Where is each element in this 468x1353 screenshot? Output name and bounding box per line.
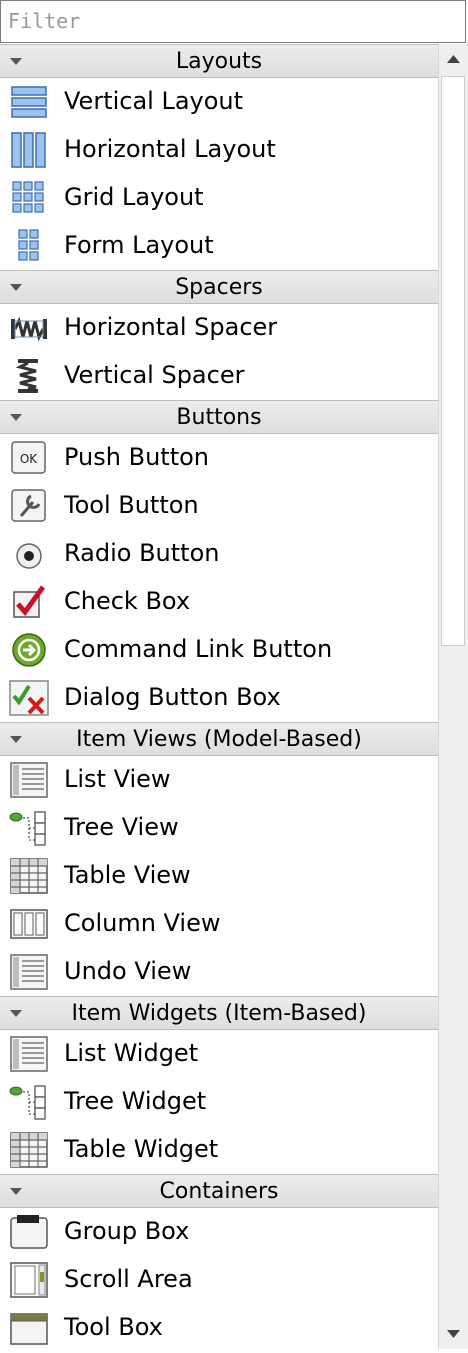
category-title: Spacers <box>175 275 263 300</box>
widget-item[interactable]: Horizontal Layout <box>0 126 438 174</box>
widget-item-label: Tool Box <box>64 1313 163 1341</box>
category-header[interactable]: Item Views (Model-Based) <box>0 722 438 756</box>
vertical-spacer-icon <box>9 358 49 394</box>
widget-item-label: Vertical Spacer <box>64 361 245 389</box>
category-title: Buttons <box>176 405 262 430</box>
category-header[interactable]: Buttons <box>0 400 438 434</box>
widget-item-label: Horizontal Spacer <box>64 313 278 341</box>
horizontal-spacer-icon <box>9 310 49 346</box>
widget-item[interactable]: Check Box <box>0 578 438 626</box>
scroll-area-icon <box>9 1262 49 1298</box>
widget-item-label: Radio Button <box>64 539 220 567</box>
vertical-layout-icon <box>9 84 49 120</box>
dialog-button-box-icon <box>9 680 49 716</box>
arrow-down-icon <box>447 1330 460 1338</box>
category-title: Item Widgets (Item-Based) <box>71 1001 367 1026</box>
widget-item[interactable]: Radio Button <box>0 530 438 578</box>
tree-view-icon <box>9 810 49 846</box>
category-title: Item Views (Model-Based) <box>76 727 362 752</box>
widget-item[interactable]: Tree Widget <box>0 1078 438 1126</box>
horizontal-layout-icon <box>9 132 49 168</box>
column-view-icon <box>9 906 49 942</box>
widget-item[interactable]: Group Box <box>0 1208 438 1256</box>
scroll-thumb[interactable] <box>441 76 465 646</box>
widget-item[interactable]: Column View <box>0 900 438 948</box>
widget-item-label: Group Box <box>64 1217 190 1245</box>
widget-item[interactable]: Grid Layout <box>0 174 438 222</box>
widget-item[interactable]: Vertical Spacer <box>0 352 438 400</box>
widget-item-label: List View <box>64 765 171 793</box>
widget-item[interactable]: Vertical Layout <box>0 78 438 126</box>
category-header[interactable]: Containers <box>0 1174 438 1208</box>
widget-item-label: Tree Widget <box>64 1087 207 1115</box>
widget-item[interactable]: Tool Button <box>0 482 438 530</box>
widget-item[interactable]: Dialog Button Box <box>0 674 438 722</box>
widget-item[interactable]: Table View <box>0 852 438 900</box>
check-box-icon <box>9 584 49 620</box>
widget-item[interactable]: Tool Box <box>0 1304 438 1349</box>
widget-item[interactable]: Undo View <box>0 948 438 996</box>
category-title: Layouts <box>175 49 263 74</box>
radio-button-icon <box>9 536 49 572</box>
widget-item-label: Push Button <box>64 443 209 471</box>
filter-placeholder: Filter <box>8 9 81 33</box>
tool-button-icon <box>9 488 49 524</box>
widget-item-label: Grid Layout <box>64 183 204 211</box>
widget-item-label: Scroll Area <box>64 1265 193 1293</box>
widget-item[interactable]: List Widget <box>0 1030 438 1078</box>
widget-item[interactable]: List View <box>0 756 438 804</box>
widget-item-label: Tree View <box>64 813 179 841</box>
form-layout-icon <box>9 228 49 264</box>
tree-widget-icon <box>9 1084 49 1120</box>
widget-item-label: Dialog Button Box <box>64 683 281 711</box>
push-button-icon: OK <box>9 440 49 476</box>
widget-item-label: Command Link Button <box>64 635 333 663</box>
category-header[interactable]: Spacers <box>0 270 438 304</box>
widget-item[interactable]: Command Link Button <box>0 626 438 674</box>
widget-item[interactable]: Horizontal Spacer <box>0 304 438 352</box>
widget-item[interactable]: Scroll Area <box>0 1256 438 1304</box>
scroll-up-button[interactable] <box>439 44 468 74</box>
undo-view-icon <box>9 954 49 990</box>
svg-text:OK: OK <box>20 452 38 466</box>
widget-box: Layouts Vertical Layout Horizontal Layout G… <box>0 44 438 1349</box>
widget-item-label: Form Layout <box>64 231 214 259</box>
filter-input[interactable]: Filter <box>0 0 466 43</box>
widget-item-label: Table Widget <box>64 1135 219 1163</box>
arrow-up-icon <box>447 55 460 63</box>
group-box-icon <box>9 1214 49 1250</box>
widget-item-label: Tool Button <box>64 491 199 519</box>
scroll-down-button[interactable] <box>439 1319 468 1349</box>
tool-box-icon <box>9 1310 49 1346</box>
widget-item-label: Table View <box>64 861 191 889</box>
category-header[interactable]: Item Widgets (Item-Based) <box>0 996 438 1030</box>
widget-item-label: Undo View <box>64 957 192 985</box>
table-view-icon <box>9 858 49 894</box>
list-view-icon <box>9 762 49 798</box>
command-link-icon <box>9 632 49 668</box>
table-widget-icon <box>9 1132 49 1168</box>
widget-item-label: List Widget <box>64 1039 199 1067</box>
vertical-scrollbar[interactable] <box>438 44 468 1349</box>
widget-item-label: Horizontal Layout <box>64 135 276 163</box>
widget-item[interactable]: OK Push Button <box>0 434 438 482</box>
widget-item[interactable]: Tree View <box>0 804 438 852</box>
widget-item-label: Column View <box>64 909 221 937</box>
widget-item[interactable]: Table Widget <box>0 1126 438 1174</box>
grid-layout-icon <box>9 180 49 216</box>
widget-item-label: Check Box <box>64 587 191 615</box>
widget-item-label: Vertical Layout <box>64 87 244 115</box>
category-title: Containers <box>159 1179 279 1204</box>
category-header[interactable]: Layouts <box>0 44 438 78</box>
widget-item[interactable]: Form Layout <box>0 222 438 270</box>
list-widget-icon <box>9 1036 49 1072</box>
